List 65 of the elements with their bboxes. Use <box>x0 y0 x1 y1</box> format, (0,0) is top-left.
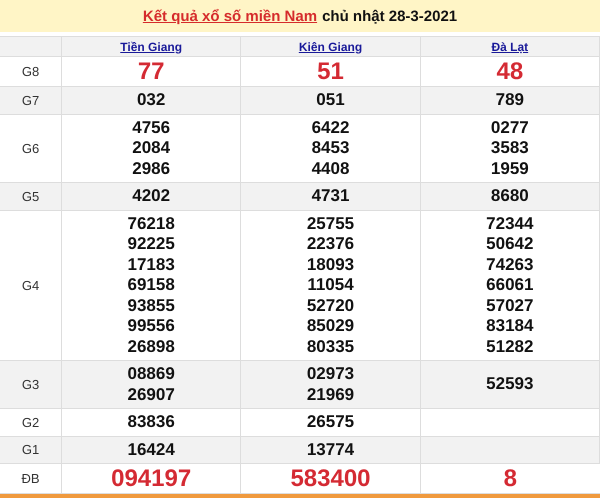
prize-label: ĐB <box>21 471 40 486</box>
result-number: 26575 <box>306 412 354 432</box>
date-text: chủ nhật 28-3-2021 <box>322 8 458 24</box>
result-number: 83184 <box>486 316 534 336</box>
result-number: 48 <box>496 60 524 83</box>
result-number: 13774 <box>306 440 354 460</box>
result-number: 21969 <box>306 384 354 405</box>
result-number: 2986 <box>132 158 170 179</box>
result-number: 50642 <box>486 234 534 254</box>
prize-label: G4 <box>22 278 40 293</box>
result-number: 52720 <box>306 296 354 316</box>
prize-label: G5 <box>22 188 40 204</box>
result-number: 25755 <box>306 214 354 234</box>
result-number: 22376 <box>306 234 354 254</box>
province-link[interactable]: Kiên Giang <box>298 40 362 54</box>
result-number: 08869 <box>128 364 175 384</box>
result-number: 032 <box>136 90 166 110</box>
result-number: 8680 <box>490 186 529 206</box>
prize-label: G8 <box>22 64 40 79</box>
result-number: 4408 <box>312 158 350 179</box>
result-number: 51 <box>317 60 344 83</box>
result-number: 6422 <box>312 118 350 138</box>
result-number: 051 <box>316 90 345 110</box>
result-number: 72344 <box>486 214 534 234</box>
result-number: 3583 <box>490 138 529 158</box>
result-number: 18093 <box>306 254 354 275</box>
result-number: 80335 <box>306 336 354 357</box>
prize-label: G1 <box>22 442 40 458</box>
result-number: 99556 <box>128 316 175 336</box>
prize-label: G7 <box>22 92 40 108</box>
result-number: 789 <box>496 90 524 110</box>
result-number: 11054 <box>307 275 354 296</box>
result-number: 77 <box>138 60 165 83</box>
result-number: 57027 <box>486 296 534 316</box>
prize-label: G6 <box>22 140 40 156</box>
result-number: 4202 <box>132 186 170 206</box>
result-number: 583400 <box>290 467 371 490</box>
result-number: 2084 <box>132 138 170 158</box>
result-number: 83836 <box>128 412 175 432</box>
result-number: 17183 <box>128 254 175 275</box>
result-number: 02973 <box>306 364 354 384</box>
result-number: 93855 <box>128 296 175 316</box>
result-number: 76218 <box>128 214 175 234</box>
result-number: 69158 <box>128 275 175 296</box>
results-link[interactable]: Kết quả xổ số miền Nam <box>142 8 318 24</box>
result-number: 26907 <box>128 384 175 405</box>
result-number: 26898 <box>128 336 175 357</box>
result-number: 094197 <box>111 467 192 490</box>
result-number: 8 <box>504 467 517 490</box>
prize-label: G3 <box>22 377 40 392</box>
prize-label: G2 <box>22 414 40 430</box>
result-number: 8453 <box>312 138 350 158</box>
result-number: 52593 <box>486 374 534 395</box>
result-number: 66061 <box>486 275 534 296</box>
result-number: 0277 <box>490 118 529 138</box>
result-number: 92225 <box>128 234 175 254</box>
result-number: 16424 <box>128 440 175 460</box>
result-number: 85029 <box>306 316 354 336</box>
province-link[interactable]: Đà Lạt <box>491 40 528 54</box>
province-link[interactable]: Tiền Giang <box>120 40 182 54</box>
result-number: 1959 <box>490 158 529 179</box>
result-number: 4756 <box>132 118 170 138</box>
result-number: 51282 <box>486 336 534 357</box>
result-number: 4731 <box>312 186 350 206</box>
result-number: 74263 <box>486 254 534 275</box>
